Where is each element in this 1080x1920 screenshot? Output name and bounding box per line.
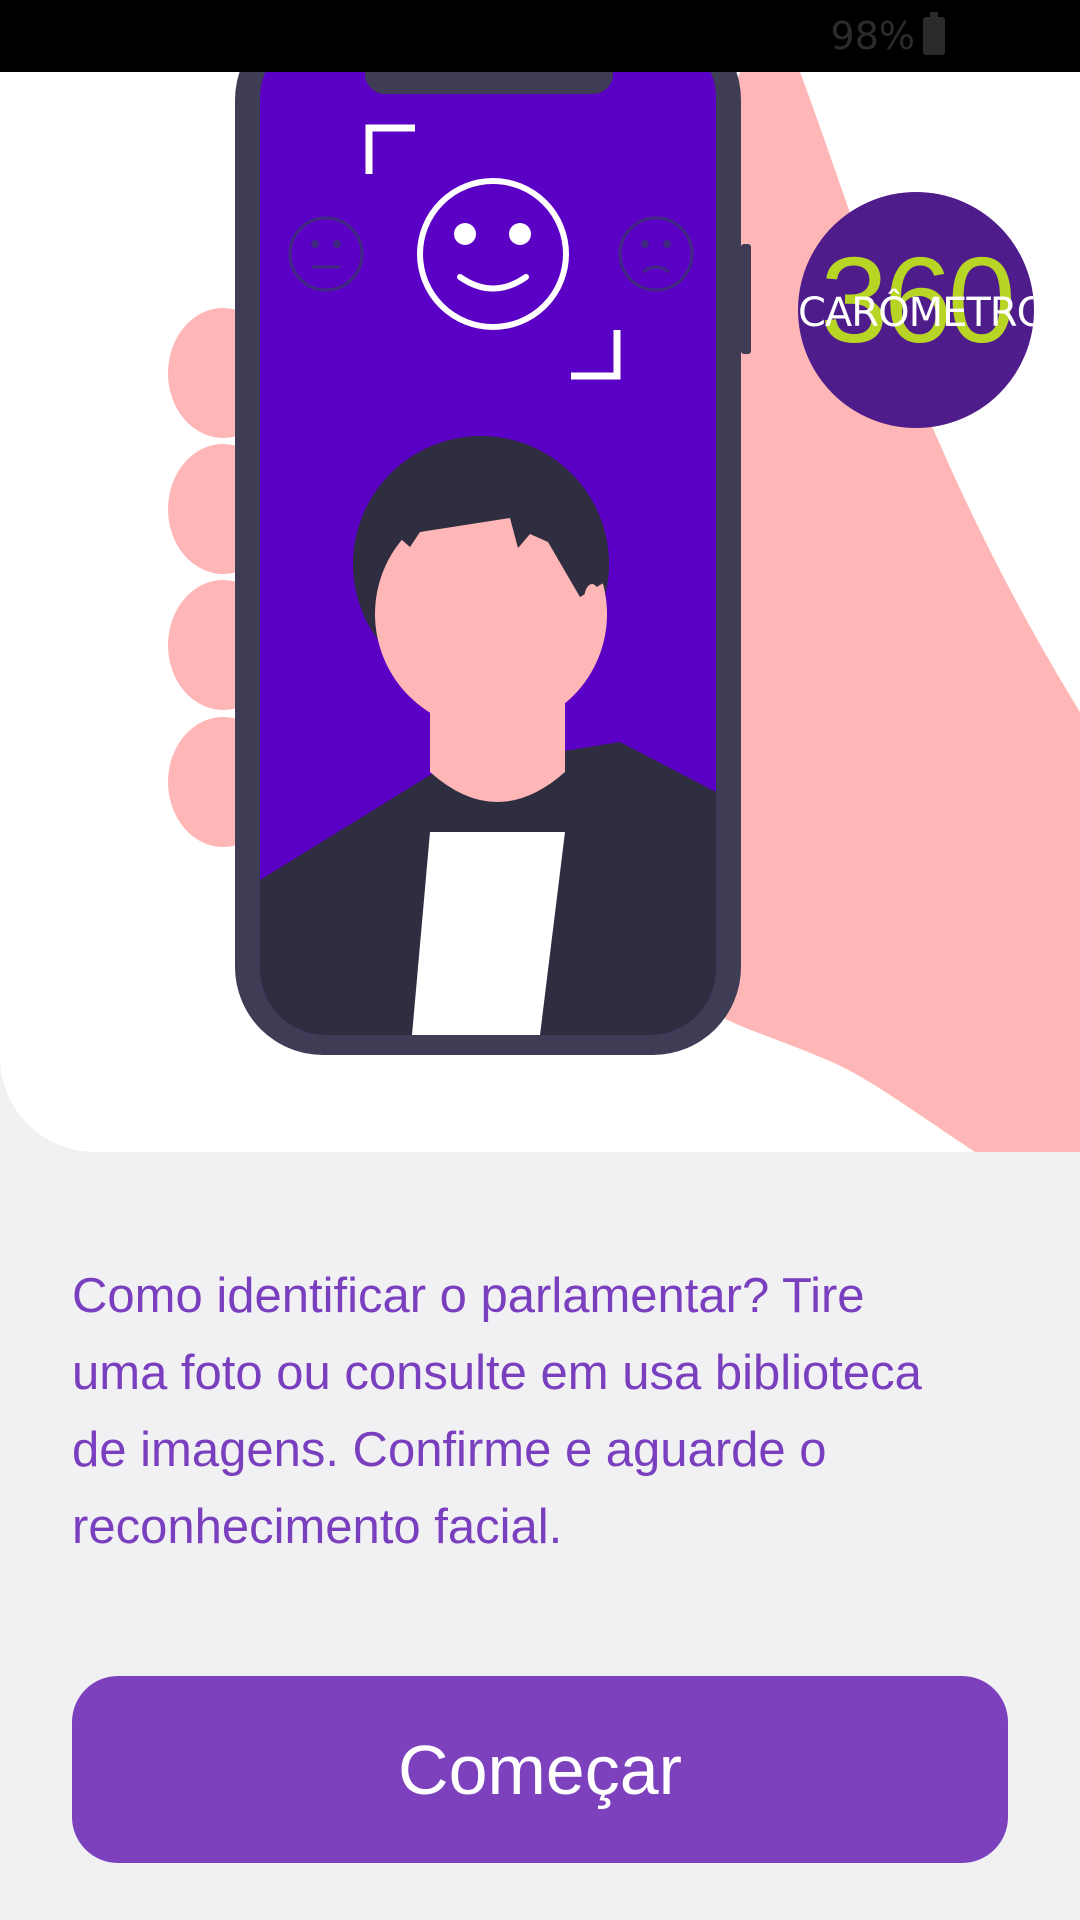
app-logo: 360 CARÔMETRO [798, 192, 1034, 428]
battery-percentage: 98% [830, 14, 915, 58]
phone-screen [260, 72, 716, 1035]
phone-notch [365, 72, 613, 94]
hero-illustration-card: 360 CARÔMETRO [0, 72, 1080, 1152]
instructions-text: Como identificar o parlamentar? Tire uma… [72, 1269, 922, 1554]
start-button[interactable]: Começar [72, 1676, 1008, 1863]
status-indicators: 98% [830, 12, 945, 58]
person-shirt [412, 832, 565, 1035]
phone-side-button [741, 244, 751, 354]
logo-wordmark: CARÔMETRO [798, 290, 1034, 336]
status-bar: 98% [0, 0, 1080, 72]
person-ear [584, 584, 600, 616]
battery-icon [923, 12, 945, 55]
